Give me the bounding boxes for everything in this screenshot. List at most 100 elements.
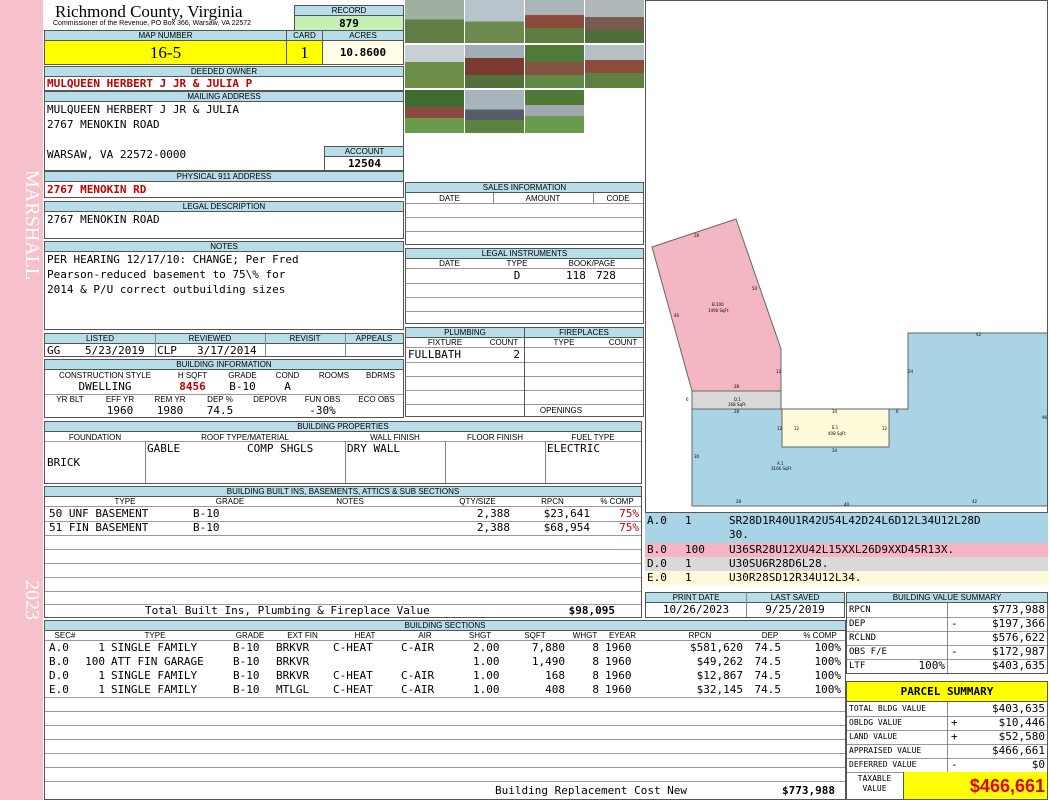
building-properties-label: BUILDING PROPERTIES: [45, 422, 641, 432]
legal-instruments-label: LEGAL INSTRUMENTS: [406, 249, 643, 259]
grade-header: GRADE: [235, 631, 265, 640]
summary-dep: $197,366: [992, 617, 1045, 630]
vector-qty: 1: [685, 514, 692, 527]
map-number: 16-5: [45, 41, 286, 64]
shgt-header: SHGT: [468, 631, 492, 640]
legal-type: D: [513, 269, 521, 282]
section-type: SINGLE FAMILY: [111, 683, 198, 696]
legal-page: 728: [596, 269, 616, 282]
section-extfin: BRKVR: [276, 641, 310, 654]
appraised-value: $466,661: [992, 744, 1045, 757]
hsqft-label: H SQFT: [177, 371, 208, 380]
builtins-notes-header: NOTES: [336, 497, 364, 506]
building-information-label: BUILDING INFORMATION: [45, 360, 403, 370]
fireplaces-box: FIREPLACES TYPE COUNT OPENINGS: [524, 327, 644, 417]
property-photo[interactable]: [585, 45, 644, 88]
acres-box: ACRES 10.8600: [322, 30, 404, 65]
property-photo[interactable]: [405, 45, 464, 88]
building-value-summary: BUILDING VALUE SUMMARY RPCN $773,988 DEP…: [846, 592, 1048, 674]
sketch-dimension: 46: [674, 313, 680, 318]
section-type: SINGLE FAMILY: [111, 641, 198, 654]
property-photo[interactable]: [525, 45, 584, 88]
sketch-dimension: 34: [832, 448, 838, 453]
property-photo[interactable]: [465, 90, 524, 133]
status-box: LISTED REVIEWED REVISIT APPEALS GG 5/23/…: [44, 333, 404, 357]
builtins-total: $98,095: [568, 604, 615, 617]
section-shgt: 1.00: [473, 669, 500, 682]
fixture-count: 2: [513, 348, 520, 361]
property-photo[interactable]: [405, 0, 464, 43]
sec-header: SEC#: [54, 631, 76, 640]
air-header: AIR: [418, 631, 432, 640]
rpcn-header: RPCN: [688, 631, 712, 640]
deeded-owner-label: DEEDED OWNER: [45, 67, 403, 77]
section-whgt: 8: [592, 655, 599, 668]
builtin-type: 50 UNF BASEMENT: [49, 507, 149, 520]
builtin-grade: B-10: [193, 507, 220, 520]
sketch-dimension: 12: [882, 426, 888, 431]
legal-description-box: LEGAL DESCRIPTION 2767 MENOKIN ROAD: [44, 201, 404, 239]
notes-line-1: PER HEARING 12/17/10: CHANGE; Per Fred: [47, 253, 299, 266]
vector-qty: 100: [685, 543, 705, 556]
record-number: 879: [295, 16, 403, 30]
plumbing-count-header: COUNT: [489, 338, 519, 347]
property-photo[interactable]: [585, 0, 644, 43]
map-number-box: MAP NUMBER 16-5: [44, 30, 287, 65]
effyr-value: 1960: [106, 404, 134, 417]
funobs-value: -30%: [309, 404, 336, 417]
whgt-header: WHGT: [572, 631, 598, 640]
summary-rpcn-label: RPCN: [849, 605, 871, 615]
print-date-label: PRINT DATE: [646, 593, 746, 603]
cond-label: COND: [275, 371, 300, 380]
listed-date: 5/23/2019: [85, 344, 145, 357]
summary-ltf-label: LTF: [849, 661, 866, 671]
property-photo[interactable]: [405, 90, 464, 133]
building-sections-box: BUILDING SECTIONS SEC# TYPE GRADE EXT FI…: [44, 620, 846, 800]
table-row: B.0 100 ATT FIN GARAGE B-10 BRKVR 1.00 1…: [45, 655, 845, 669]
construction-style: DWELLING: [78, 380, 132, 393]
section-rpcn: $581,620: [690, 641, 743, 654]
replacement-cost-label: Building Replacement Cost New: [495, 784, 688, 797]
mailing-address-label: MAILING ADDRESS: [45, 92, 403, 102]
property-photo[interactable]: [525, 0, 584, 43]
sketch-label-e: E.1: [832, 425, 839, 430]
vector-code: U30R28SD12R34U12L34.: [729, 571, 862, 584]
print-date: 10/26/2023: [662, 603, 730, 616]
notes-box: NOTES PER HEARING 12/17/10: CHANGE; Per …: [44, 241, 404, 330]
remyr-value: 1980: [156, 404, 184, 417]
section-sqft: 1,490: [531, 655, 565, 668]
extfin-header: EXT FIN: [287, 631, 318, 640]
parcel-summary: PARCEL SUMMARY TOTAL BLDG VALUE $403,635…: [846, 681, 1048, 800]
fireplace-type-header: TYPE: [553, 338, 575, 347]
deferred-value-label: DEFERRED VALUE: [849, 760, 917, 769]
sales-information-label: SALES INFORMATION: [406, 183, 643, 193]
building-value-summary-label: BUILDING VALUE SUMMARY: [847, 593, 1047, 603]
vector-code: SR28D1R40U1R42U54L42D24L6D12L34U12L28D: [729, 514, 981, 527]
property-photo[interactable]: [525, 90, 584, 133]
vector-row-e: E.0 1 U30R28SD12R34U12L34.: [645, 571, 1048, 585]
summary-rpcn: $773,988: [992, 603, 1045, 616]
sketch-dimension: 54: [752, 286, 758, 291]
roof-type-value: GABLE: [147, 442, 181, 455]
sketch-dimension: 24: [908, 369, 914, 374]
builtin-rpcn: $68,954: [543, 521, 590, 534]
deeded-owner-box: DEEDED OWNER MULQUEEN HERBERT J JR & JUL…: [44, 66, 404, 91]
property-photo[interactable]: [465, 45, 524, 88]
district-name: MARSHALL: [21, 170, 43, 281]
section-eyear: 1960: [605, 669, 632, 682]
section-comp: 100%: [814, 641, 842, 654]
builtin-rpcn: $23,641: [543, 507, 590, 520]
sqft-header: SQFT: [524, 631, 546, 640]
property-photo[interactable]: [465, 0, 524, 43]
summary-obs-label: OBS F/E: [849, 647, 887, 657]
reviewed-date: 3/17/2014: [197, 344, 257, 357]
plumbing-label: PLUMBING: [406, 328, 524, 338]
section-sqft: 7,880: [531, 641, 565, 654]
sketch-area-b: 1490 SqFt: [708, 308, 729, 313]
obldg-value: $10,446: [998, 716, 1045, 729]
section-eyear: 1960: [605, 655, 632, 668]
mailing-line-3: WARSAW, VA 22572-0000: [47, 148, 187, 161]
grade-label: GRADE: [228, 371, 257, 380]
builtins-rpcn-header: RPCN: [541, 497, 564, 506]
legal-description-label: LEGAL DESCRIPTION: [45, 202, 403, 212]
